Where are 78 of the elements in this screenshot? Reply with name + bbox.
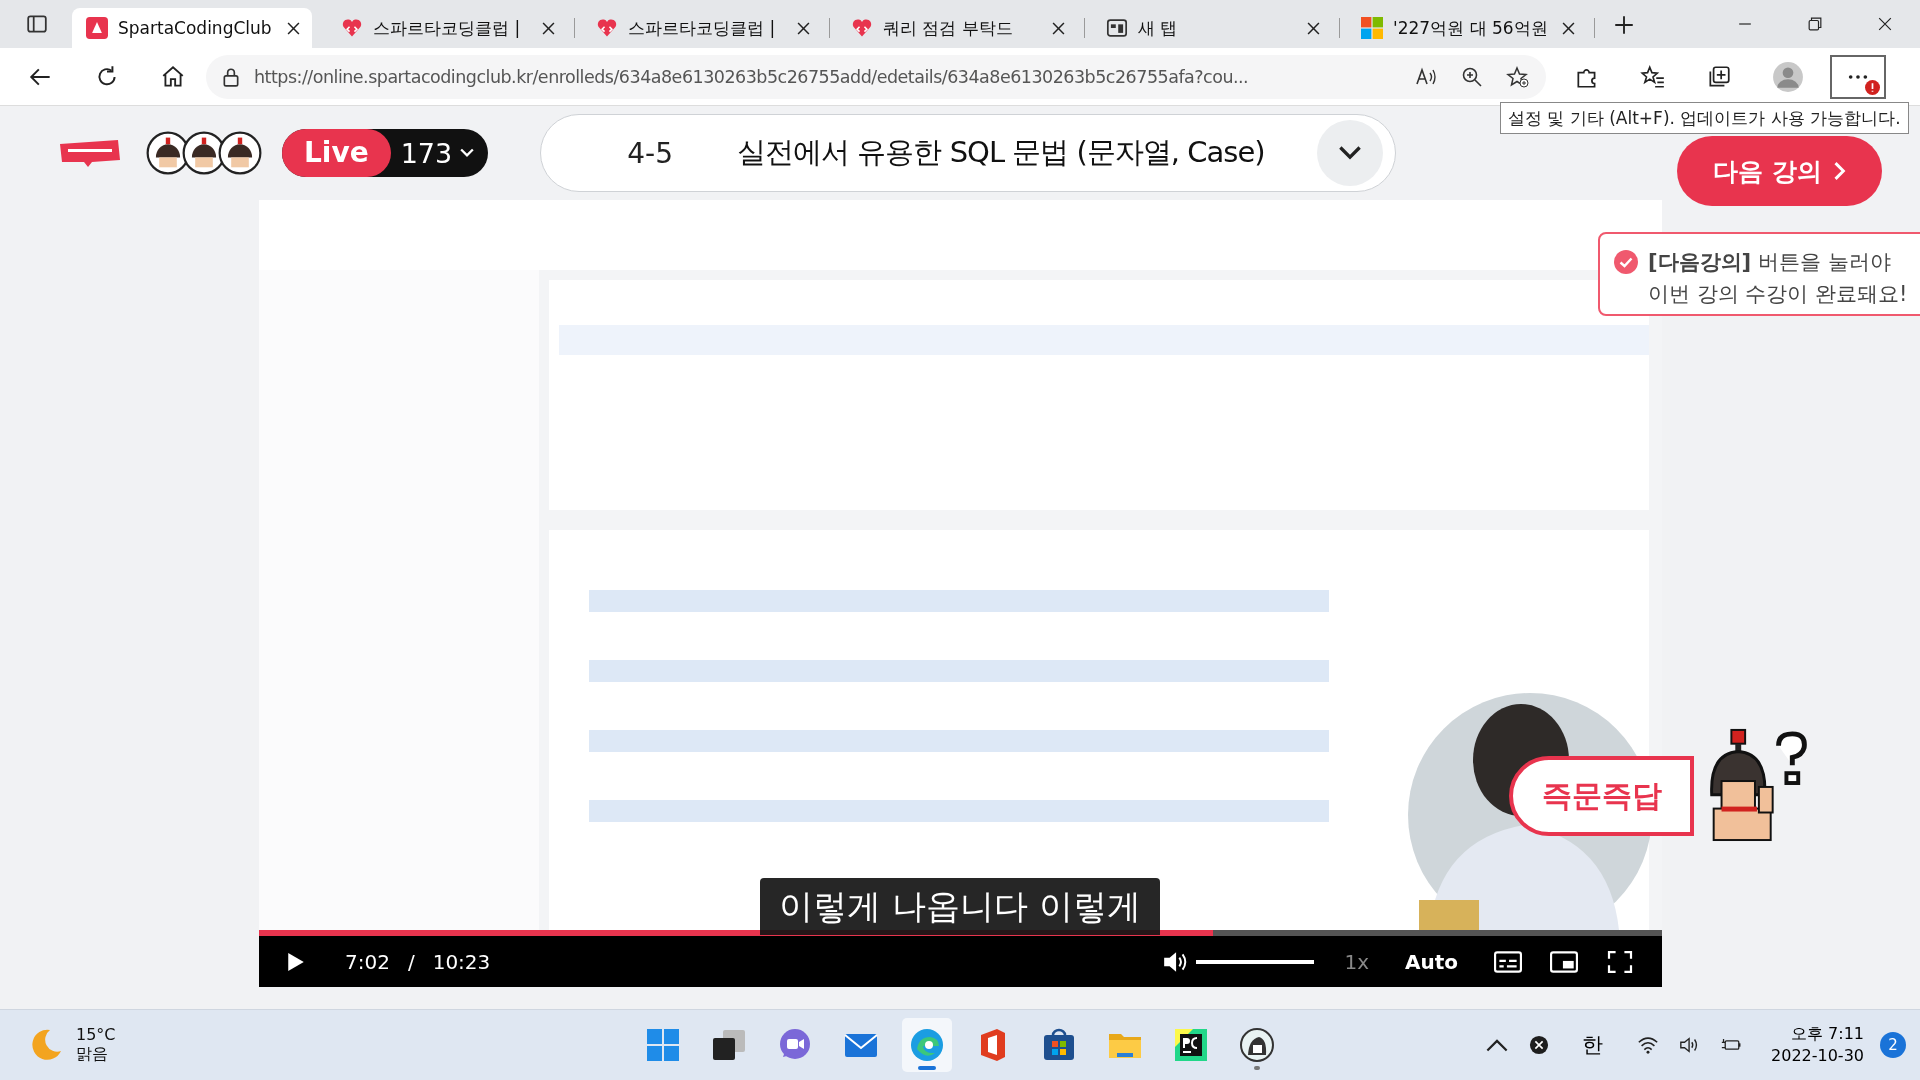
tab-title: SpartaCodingClub xyxy=(118,18,273,38)
heart-icon xyxy=(341,17,363,39)
expand-button[interactable] xyxy=(1317,120,1384,186)
app-icon xyxy=(1239,1027,1275,1063)
play-icon[interactable] xyxy=(287,951,305,972)
close-icon[interactable] xyxy=(1562,21,1575,35)
tab-title: '227억원 대 56억원 xyxy=(1393,16,1549,40)
input-method-indicator[interactable]: 한 xyxy=(1582,1031,1603,1059)
address-bar[interactable]: https://online.spartacodingclub.kr/enrolleds/634a8e6130263b5c26755add/edetails/634a8e6130263b5c26755afa?cou... xyxy=(206,54,1546,99)
tab-actions-icon[interactable] xyxy=(26,13,48,35)
profile-avatar-icon[interactable] xyxy=(1772,60,1804,93)
close-icon[interactable] xyxy=(1307,21,1320,35)
subtitle-caption: 이렇게 나옵니다 이렇게 xyxy=(760,878,1160,935)
browser-icon xyxy=(909,1027,945,1063)
tooltip: 설정 및 기타 (Alt+F). 업데이트가 사용 가능합니다. xyxy=(1500,102,1909,134)
url-text: https://online.spartacodingclub.kr/enrolleds/634a8e6130263b5c26755add/edetails/634a8e6130263b5c26755afa?cou... xyxy=(254,66,1250,87)
start-icon xyxy=(645,1027,681,1063)
home-icon[interactable] xyxy=(160,63,186,90)
close-icon[interactable] xyxy=(1878,17,1892,31)
duration: 10:23 xyxy=(432,949,491,974)
chevron-down-icon xyxy=(460,148,475,158)
fullscreen-icon[interactable] xyxy=(1606,950,1634,973)
chevron-right-icon xyxy=(1833,162,1846,180)
update-badge-icon xyxy=(1865,79,1880,95)
close-icon[interactable] xyxy=(1052,21,1065,35)
avatar-icon xyxy=(218,131,262,175)
live-label: Live xyxy=(282,129,391,177)
task-view-icon xyxy=(711,1027,747,1063)
favorites-icon[interactable] xyxy=(1640,63,1666,90)
collections-icon[interactable] xyxy=(1706,63,1732,90)
logo-icon xyxy=(86,17,108,39)
more-button[interactable] xyxy=(1830,54,1886,99)
temperature[interactable]: 15°C xyxy=(76,1025,116,1044)
current-time: 7:02 xyxy=(345,949,390,974)
new-tab-page-icon xyxy=(1106,17,1128,39)
lesson-selector[interactable]: 4-5 실전에서 유용한 SQL 문법 (문자열, Case) xyxy=(540,114,1397,192)
notification-badge[interactable]: 2 xyxy=(1880,1032,1906,1058)
tab-title: 새 탭 xyxy=(1138,16,1179,40)
restore-icon[interactable] xyxy=(1808,17,1822,31)
close-icon[interactable] xyxy=(797,21,810,35)
store-icon xyxy=(1041,1027,1077,1063)
time-separator: / xyxy=(407,949,415,974)
playback-speed[interactable]: 1x xyxy=(1344,949,1369,974)
check-circle-icon xyxy=(1614,250,1638,274)
wifi-icon[interactable] xyxy=(1637,1035,1659,1055)
heart-icon xyxy=(596,17,618,39)
new-tab-icon[interactable] xyxy=(1614,15,1634,35)
ide-icon xyxy=(1173,1027,1209,1063)
progress-bar[interactable] xyxy=(259,930,1662,936)
lesson-title: 실전에서 유용한 SQL 문법 (문자열, Case) xyxy=(737,134,1266,171)
time: 오후 7:11 xyxy=(1791,1023,1864,1045)
tab-title: 쿼리 점검 부탁드 xyxy=(883,16,1014,40)
tab-title: 스파르타코딩클럽 | xyxy=(628,16,777,40)
captions-icon[interactable] xyxy=(1494,950,1522,973)
qa-button[interactable]: 즉문즉답 xyxy=(1509,756,1694,836)
close-icon[interactable] xyxy=(542,21,555,35)
volume-slider[interactable] xyxy=(1196,959,1315,964)
more-icon xyxy=(1847,72,1869,81)
viewer-count: 173 xyxy=(400,137,453,169)
sparta-logo[interactable] xyxy=(58,138,122,168)
add-favorite-icon[interactable] xyxy=(1506,64,1530,89)
close-circle-icon[interactable] xyxy=(1528,1035,1550,1055)
quality-setting[interactable]: Auto xyxy=(1404,949,1458,974)
picture-in-picture-icon[interactable] xyxy=(1550,950,1578,973)
windows-logo-icon xyxy=(1361,17,1383,39)
lock-icon xyxy=(222,66,240,87)
tab-title: 스파르타코딩클럽 | xyxy=(373,16,522,40)
close-icon[interactable] xyxy=(287,21,300,35)
lesson-number: 4-5 xyxy=(627,136,674,170)
date: 2022-10-30 xyxy=(1771,1045,1864,1067)
browser-tab[interactable]: SpartaCodingClub xyxy=(72,8,312,48)
heart-icon xyxy=(851,17,873,39)
notice-text: [다음강의] 버튼을 눌러야 이번 강의 수강이 완료돼요! xyxy=(1648,249,1908,308)
weather-condition[interactable]: 맑음 xyxy=(76,1044,116,1065)
clock[interactable]: 오후 7:11 2022-10-30 xyxy=(1771,1023,1864,1067)
chevron-down-icon xyxy=(1339,146,1362,160)
next-lesson-button[interactable]: 다음 강의 xyxy=(1677,136,1882,206)
live-badge[interactable]: Live 173 xyxy=(282,129,489,177)
